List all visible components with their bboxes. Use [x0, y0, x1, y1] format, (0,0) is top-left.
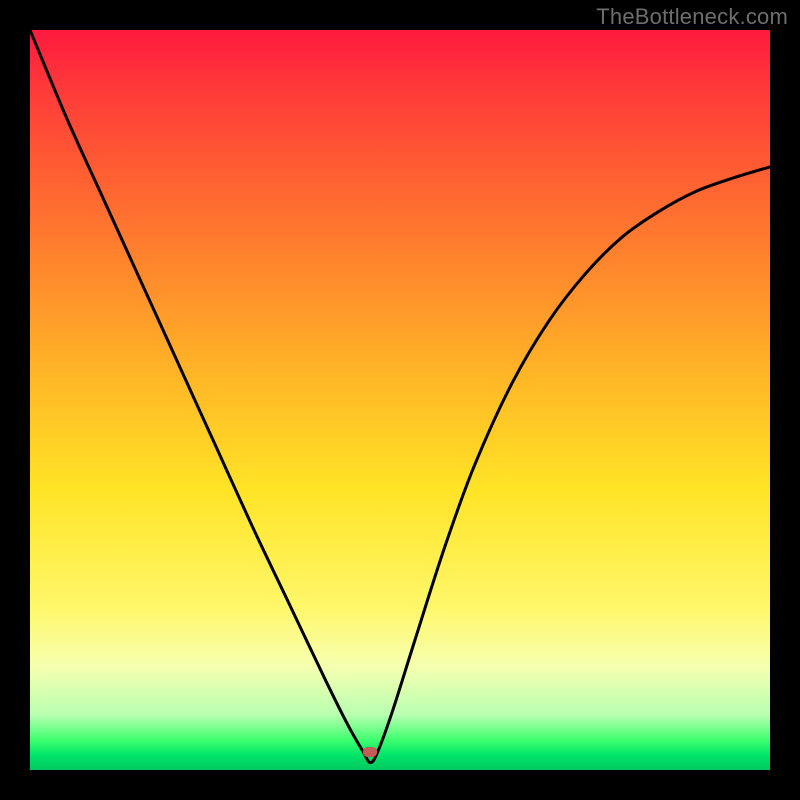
optimal-point-marker: [363, 747, 377, 757]
bottleneck-curve: [30, 30, 770, 770]
chart-frame: TheBottleneck.com: [0, 0, 800, 800]
watermark-text: TheBottleneck.com: [596, 4, 788, 30]
plot-area: [30, 30, 770, 770]
